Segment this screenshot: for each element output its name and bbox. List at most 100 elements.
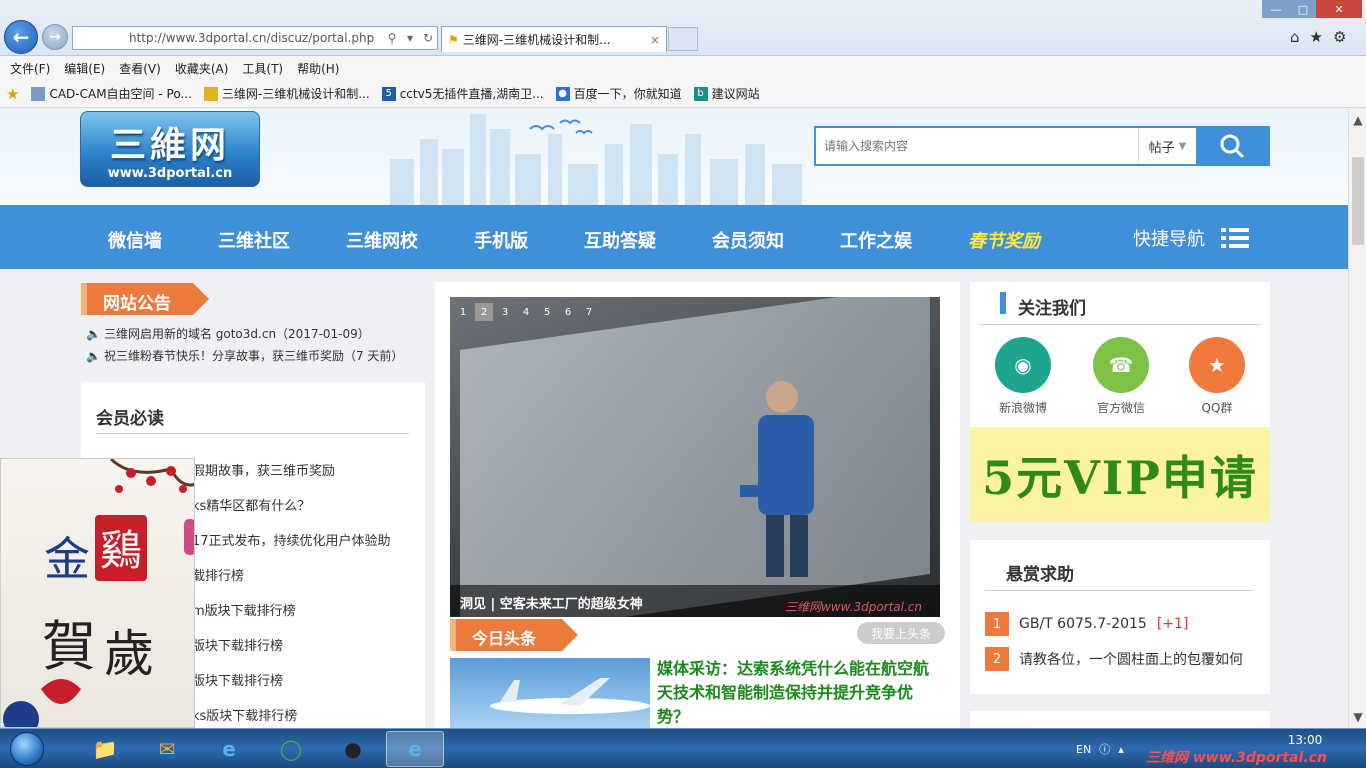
favorite-link[interactable]: ● 百度一下，你就知道	[555, 85, 682, 102]
close-window-button[interactable]: ✕	[1316, 0, 1362, 18]
search-type-select[interactable]: 帖子 ▼	[1138, 128, 1196, 164]
scroll-thumb[interactable]	[1352, 157, 1364, 245]
must-read-item[interactable]: m版块下载排行榜	[192, 600, 296, 619]
taskbar-ie[interactable]: e	[200, 731, 258, 767]
nav-school[interactable]: 三维网校	[346, 227, 418, 253]
new-year-popup-ad[interactable]: 鷄 金 賀 歲	[0, 458, 195, 728]
nav-wechat-wall[interactable]: 微信墙	[108, 227, 162, 253]
new-tab-button[interactable]	[668, 27, 698, 51]
favorite-link[interactable]: 5 cctv5无插件直播,湖南卫...	[381, 85, 544, 102]
qq-group-icon: ★	[1189, 337, 1245, 393]
favorite-link[interactable]: b 建议网站	[693, 85, 760, 102]
slider-page-4[interactable]: 4	[517, 303, 535, 321]
browser-tab-active[interactable]: ⚑ 三维网-三维机械设计和制... ×	[441, 26, 667, 52]
favorite-link[interactable]: 三维网-三维机械设计和制...	[203, 85, 370, 102]
taskbar-app[interactable]: ◯	[262, 731, 320, 767]
nav-qa[interactable]: 互助答疑	[584, 227, 656, 253]
dropdown-arrow-icon: ▼	[1178, 140, 1187, 152]
taskbar-ie-active[interactable]: e	[386, 731, 444, 767]
must-read-item[interactable]: 假期故事，获三维币奖励	[192, 460, 335, 479]
help-icon[interactable]: ⓘ	[1099, 741, 1110, 757]
slider-page-7[interactable]: 7	[580, 303, 598, 321]
bounty-item[interactable]: 2 请教各位，一个圆柱面上的包覆如何	[985, 647, 1243, 671]
search-icon[interactable]: ⚲	[383, 31, 401, 45]
must-read-item[interactable]: ks精华区都有什么？	[192, 495, 310, 514]
vip-apply-banner[interactable]: 5元VIP申请	[970, 427, 1270, 522]
menu-edit[interactable]: 编辑(E)	[64, 60, 105, 77]
slider-page-5[interactable]: 5	[538, 303, 556, 321]
slider-page-1[interactable]: 1	[454, 303, 472, 321]
slider-watermark: 三维网www.3dportal.cn	[784, 600, 922, 614]
menu-view[interactable]: 查看(V)	[119, 60, 161, 77]
home-icon[interactable]: ⌂	[1290, 28, 1300, 46]
nav-mobile[interactable]: 手机版	[474, 227, 528, 253]
taskbar-outlook[interactable]: ✉	[138, 731, 196, 767]
follow-weibo[interactable]: ◉ 新浪微博	[988, 337, 1058, 416]
windows-taskbar: 📁 ✉ e ◯ ● e EN ⓘ ▴ 三维网 www.3dportal.cn 1…	[0, 728, 1366, 768]
language-indicator[interactable]: EN	[1076, 743, 1091, 756]
bounty-item[interactable]: 1 GB/T 6075.7-2015 [+1]	[985, 612, 1188, 636]
scroll-down-icon[interactable]: ▼	[1349, 710, 1366, 724]
slider-page-2[interactable]: 2	[475, 303, 493, 321]
paw-icon: ●	[555, 86, 570, 101]
popup-char: 歲	[104, 625, 154, 683]
bounty-title: 悬赏求助	[1006, 565, 1074, 585]
search-input[interactable]	[816, 128, 1138, 164]
follow-wechat[interactable]: ☎ 官方微信	[1086, 337, 1156, 416]
ie-icon: e	[222, 737, 236, 761]
tray-arrow-icon[interactable]: ▴	[1118, 743, 1124, 756]
slider-page-3[interactable]: 3	[496, 303, 514, 321]
site-search: 帖子 ▼	[814, 126, 1270, 166]
nav-community[interactable]: 三维社区	[218, 227, 290, 253]
notice-item[interactable]: 🔈 祝三维粉春节快乐！分享故事，获三维币奖励（7 天前）	[86, 347, 403, 364]
add-favorite-star-icon[interactable]: ★	[6, 85, 19, 103]
main-nav: 微信墙 三维社区 三维网校 手机版 互助答疑 会员须知 工作之娱 春节奖励 快捷…	[0, 205, 1348, 269]
nav-work-fun[interactable]: 工作之娱	[840, 227, 912, 253]
nav-spring-reward[interactable]: 春节奖励	[968, 227, 1040, 253]
headline-thumbnail[interactable]	[450, 658, 650, 728]
dropdown-icon[interactable]: ▾	[401, 31, 419, 45]
must-read-item[interactable]: 载排行榜	[192, 565, 244, 584]
tab-close-icon[interactable]: ×	[650, 33, 660, 47]
nav-member-rules[interactable]: 会员须知	[712, 227, 784, 253]
taskbar-explorer[interactable]: 📁	[76, 731, 134, 767]
must-read-item[interactable]: 17正式发布，持续优化用户体验助	[192, 530, 391, 549]
quick-nav-button[interactable]: 快捷导航	[1133, 225, 1249, 251]
favorite-link[interactable]: CAD-CAM自由空间 - Po...	[31, 85, 192, 102]
slider-page-6[interactable]: 6	[559, 303, 577, 321]
maximize-button[interactable]: □	[1290, 0, 1316, 18]
taskbar-qq[interactable]: ●	[324, 731, 382, 767]
image-slider[interactable]: 1 2 3 4 5 6 7 洞见 | 空客未来工厂的超级女神 三维网www.3d…	[450, 297, 940, 617]
address-url[interactable]: http://www.3dportal.cn/discuz/portal.php	[129, 31, 383, 45]
menu-help[interactable]: 帮助(H)	[297, 60, 339, 77]
address-bar[interactable]: http://www.3dportal.cn/discuz/portal.php…	[72, 26, 438, 50]
notice-item[interactable]: 🔈 三维网启用新的域名 goto3d.cn（2017-01-09）	[86, 325, 370, 342]
refresh-icon[interactable]: ↻	[419, 31, 437, 45]
clock[interactable]: 13:00	[1280, 733, 1330, 747]
headline-link[interactable]: 媒体采访：达索系统凭什么能在航空航天技术和智能制造保持并提升竞争优势？	[657, 657, 939, 728]
must-read-item[interactable]: ks版块下载排行榜	[192, 705, 297, 724]
favorites-star-icon[interactable]: ★	[1310, 28, 1323, 46]
back-button[interactable]: ←	[4, 20, 38, 54]
popup-char: 賀	[42, 615, 96, 678]
minimize-button[interactable]: —	[1262, 0, 1290, 18]
page-viewport: 三維网 www.3dportal.cn 帖子 ▼ 微信墙 三维社区 三维网校 手…	[0, 109, 1348, 728]
follow-qq-group[interactable]: ★ QQ群	[1182, 337, 1252, 416]
forward-button[interactable]: →	[42, 24, 68, 50]
menu-tools[interactable]: 工具(T)	[242, 60, 283, 77]
follow-us-title: 关注我们	[1018, 299, 1086, 319]
today-headline-banner: 今日头条	[450, 619, 580, 651]
search-button[interactable]	[1196, 128, 1268, 164]
wechat-icon: ☎	[1093, 337, 1149, 393]
vertical-scrollbar[interactable]: ▲ ▼	[1348, 109, 1366, 728]
must-read-item[interactable]: 版块下载排行榜	[192, 670, 283, 689]
must-read-item[interactable]: 版块下载排行榜	[192, 635, 283, 654]
tools-gear-icon[interactable]: ⚙	[1333, 28, 1346, 46]
site-favicon-icon: ⚑	[448, 32, 459, 47]
site-logo[interactable]: 三維网 www.3dportal.cn	[80, 111, 260, 187]
scroll-up-icon[interactable]: ▲	[1349, 113, 1366, 127]
want-headline-button[interactable]: 我要上头条	[857, 622, 945, 644]
menu-file[interactable]: 文件(F)	[10, 60, 50, 77]
menu-favorites[interactable]: 收藏夹(A)	[175, 60, 229, 77]
start-button[interactable]	[2, 730, 52, 768]
